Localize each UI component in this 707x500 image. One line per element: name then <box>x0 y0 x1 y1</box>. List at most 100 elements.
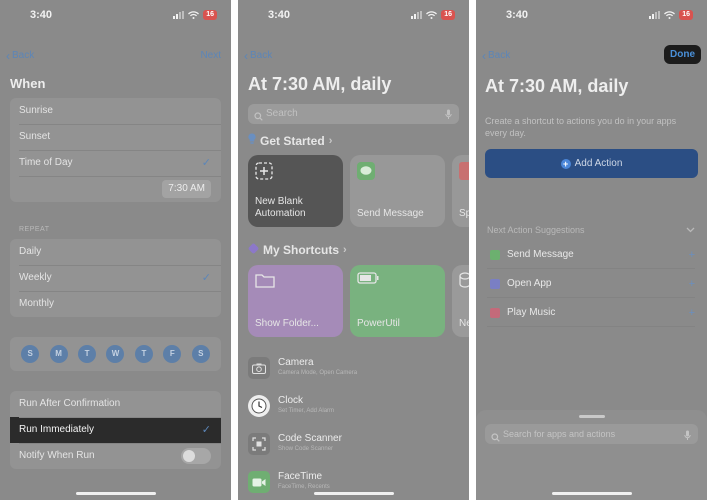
repeat-option-daily[interactable]: Daily <box>10 239 221 265</box>
checkmark-icon: ✓ <box>201 272 211 284</box>
search-icon <box>254 109 263 129</box>
tile-label: Show Folder... <box>255 318 319 329</box>
time-row: 7:30 AM <box>10 176 221 202</box>
app-title: Code Scanner <box>278 433 342 444</box>
chevron-down-icon <box>686 225 695 235</box>
chevron-left-icon: ‹ <box>6 48 10 63</box>
microphone-icon[interactable] <box>445 108 452 128</box>
tile-label: Send Message <box>357 208 424 219</box>
battery-badge: 16 <box>679 10 693 20</box>
back-button[interactable]: ‹ Back <box>6 48 34 63</box>
my-shortcuts-header[interactable]: My Shortcuts › <box>248 243 347 257</box>
shortcuts-icon <box>248 243 259 257</box>
option-label: Monthly <box>19 298 55 309</box>
suggestion-label: Open App <box>507 278 552 289</box>
wifi-icon <box>664 11 676 19</box>
search-input[interactable]: Search <box>248 104 459 124</box>
status-time: 3:40 <box>506 9 529 21</box>
repeat-section-label: REPEAT <box>19 226 50 233</box>
day-wednesday[interactable]: W <box>106 345 125 363</box>
home-indicator <box>313 492 394 495</box>
day-thursday[interactable]: T <box>134 345 153 363</box>
show-folder-tile[interactable]: Show Folder... <box>248 265 343 337</box>
suggestion-play-music[interactable]: Play Music + <box>487 299 695 327</box>
add-action-button[interactable]: + Add Action <box>485 149 698 178</box>
back-button[interactable]: ‹ Back <box>482 50 510 62</box>
page-title: At 7:30 AM, daily <box>248 74 392 94</box>
option-label: Notify When Run <box>19 450 95 461</box>
add-action-label: Add Action <box>574 158 623 169</box>
action-search-sheet: Search for apps and actions <box>476 410 707 500</box>
when-option-time-of-day[interactable]: Time of Day ✓ <box>10 150 221 176</box>
app-title: Clock <box>278 395 304 406</box>
microphone-icon[interactable] <box>684 428 691 448</box>
partial-tile[interactable]: Sp <box>452 155 469 227</box>
chevron-right-icon: › <box>343 244 347 256</box>
run-immediately[interactable]: Run Immediately ✓ <box>10 417 221 443</box>
add-suggestion-icon[interactable]: + <box>689 270 695 298</box>
run-after-confirmation[interactable]: Run After Confirmation <box>10 391 221 417</box>
send-message-tile[interactable]: Send Message <box>350 155 445 227</box>
speaker-icon <box>459 162 469 183</box>
shortcut-editor-screen: 3:40 16 ‹ Back Done At 7:30 AM, daily Cr… <box>476 0 707 500</box>
app-subtitle: Set Timer, Add Alarm <box>278 408 335 414</box>
chevron-right-icon: › <box>328 134 333 147</box>
signal-icon <box>411 11 423 19</box>
wifi-icon <box>188 11 200 19</box>
time-picker[interactable]: 7:30 AM <box>162 180 211 198</box>
camera-icon <box>248 357 270 379</box>
search-input[interactable]: Search for apps and actions <box>485 424 698 444</box>
sheet-grabber[interactable] <box>578 415 605 418</box>
scanner-icon <box>248 433 270 455</box>
notify-toggle[interactable] <box>181 448 211 464</box>
day-monday[interactable]: M <box>49 345 68 363</box>
signal-icon <box>173 11 185 19</box>
day-saturday[interactable]: S <box>191 345 210 363</box>
app-icon <box>490 279 500 289</box>
suggestion-send-message[interactable]: Send Message + <box>487 241 695 269</box>
powerutil-tile[interactable]: PowerUtil <box>350 265 445 337</box>
day-tuesday[interactable]: T <box>78 345 97 363</box>
suggestions-header[interactable]: Next Action Suggestions <box>487 225 695 235</box>
repeat-options-group: Daily Weekly ✓ Monthly <box>10 239 221 317</box>
back-button[interactable]: ‹ Back <box>244 50 272 62</box>
get-started-header[interactable]: Get Started › <box>248 133 332 148</box>
suggestion-label: Play Music <box>507 307 556 318</box>
when-option-sunrise[interactable]: Sunrise <box>10 98 221 124</box>
app-row-code-scanner[interactable]: Code Scanner Show Code Scanner <box>248 427 469 465</box>
music-icon <box>490 308 500 318</box>
next-button[interactable]: Next <box>200 50 221 61</box>
add-suggestion-icon[interactable]: + <box>689 299 695 327</box>
home-indicator <box>75 492 156 495</box>
when-option-sunset[interactable]: Sunset <box>10 124 221 150</box>
app-row-camera[interactable]: Camera Camera Mode, Open Camera <box>248 351 469 389</box>
partial-shortcut-tile[interactable]: Ne <box>452 265 469 337</box>
done-button[interactable]: Done <box>664 45 701 64</box>
checkmark-icon: ✓ <box>201 157 211 169</box>
folder-icon <box>255 272 275 291</box>
tile-label: Ne <box>459 318 469 329</box>
wifi-icon <box>426 11 438 19</box>
status-time: 3:40 <box>268 9 291 21</box>
notify-when-run: Notify When Run <box>10 443 221 469</box>
app-title: FaceTime <box>278 471 323 482</box>
repeat-option-monthly[interactable]: Monthly <box>10 291 221 317</box>
day-friday[interactable]: F <box>163 345 182 363</box>
repeat-option-weekly[interactable]: Weekly ✓ <box>10 265 221 291</box>
battery-icon <box>357 272 379 287</box>
home-indicator <box>551 492 632 495</box>
status-icons: 16 <box>173 10 217 20</box>
day-sunday[interactable]: S <box>21 345 40 363</box>
option-label: Sunrise <box>19 105 53 116</box>
tile-label: New Blank Automation <box>255 196 306 219</box>
new-blank-automation-tile[interactable]: New Blank Automation <box>248 155 343 227</box>
when-screen: 3:40 16 ‹ Back Next When Sunrise Sunset … <box>0 0 231 500</box>
page-description: Create a shortcut to actions you do in y… <box>485 116 677 138</box>
search-placeholder: Search for apps and actions <box>503 429 616 439</box>
facetime-icon <box>248 471 270 493</box>
add-suggestion-icon[interactable]: + <box>689 241 695 269</box>
app-row-clock[interactable]: Clock Set Timer, Add Alarm <box>248 389 469 427</box>
section-title: My Shortcuts <box>263 243 340 257</box>
search-icon <box>491 429 500 449</box>
suggestion-open-app[interactable]: Open App + <box>487 270 695 298</box>
